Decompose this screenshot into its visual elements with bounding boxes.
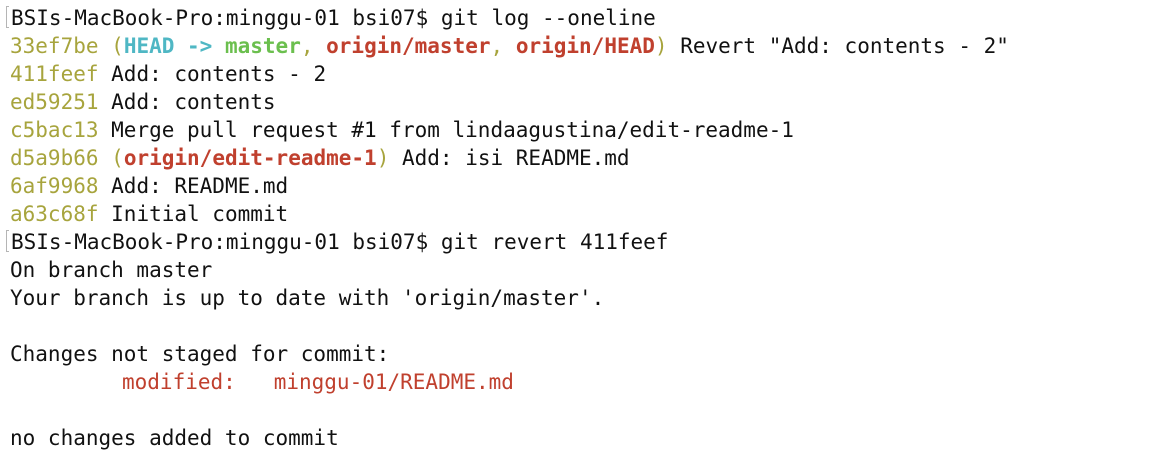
modified-label: modified: <box>122 370 274 394</box>
commit-line: 411feef Add: contents - 2 <box>10 60 1152 88</box>
decoration-separator: , <box>300 34 327 58</box>
prompt-line-1: BSIs-MacBook-Pro:minggu-01 bsi07$ git lo… <box>6 4 1152 32</box>
commit-hash: d5a9b66 <box>10 146 99 170</box>
commit-line: 6af9968 Add: README.md <box>10 172 1152 200</box>
remote-branch-ref: origin/edit-readme-1 <box>123 146 377 170</box>
decoration-close: ) <box>376 146 390 170</box>
mark-bracket <box>6 230 9 252</box>
commit-line: 33ef7be (HEAD -> master, origin/master, … <box>10 32 1152 60</box>
commit-hash: a63c68f <box>10 202 99 226</box>
commit-line: a63c68f Initial commit <box>10 200 1152 228</box>
commit-hash: 411feef <box>10 62 99 86</box>
decoration-open: ( <box>111 146 124 170</box>
commit-message: Add: contents - 2 <box>98 62 327 86</box>
commit-hash: ed59251 <box>10 90 99 114</box>
decoration-separator: , <box>490 34 516 58</box>
remote-branch-ref: origin/HEAD <box>515 34 655 58</box>
commit-line: c5bac13 Merge pull request #1 from linda… <box>10 116 1152 144</box>
output-on-branch: On branch master <box>10 258 213 282</box>
output-no-changes: no changes added to commit <box>10 426 339 450</box>
decoration-close: ) <box>654 34 668 58</box>
prompt-text: BSIs-MacBook-Pro:minggu-01 bsi07$ <box>11 6 441 30</box>
prompt-line-2: BSIs-MacBook-Pro:minggu-01 bsi07$ git re… <box>6 228 1152 256</box>
prompt-text: BSIs-MacBook-Pro:minggu-01 bsi07$ <box>11 230 441 254</box>
commit-line: ed59251 Add: contents <box>10 88 1152 116</box>
remote-branch-ref: origin/master <box>326 34 491 58</box>
commit-message: Add: isi README.md <box>389 146 630 170</box>
output-changes-header: Changes not staged for commit: <box>10 342 390 366</box>
commit-message: Add: README.md <box>98 174 289 198</box>
output-up-to-date: Your branch is up to date with 'origin/m… <box>10 286 605 310</box>
local-branch-ref: master <box>224 34 301 58</box>
output-modified-line: modified: minggu-01/README.md <box>10 368 1152 396</box>
commit-message: Initial commit <box>98 202 289 226</box>
command-text: git log --oneline <box>440 6 656 30</box>
commit-message: Revert "Add: contents - 2" <box>667 34 1009 58</box>
decoration-open: ( <box>111 34 124 58</box>
head-ref: HEAD -> <box>123 34 225 58</box>
commit-message: Merge pull request #1 from lindaagustina… <box>98 118 794 142</box>
mark-bracket <box>6 6 9 28</box>
command-text: git revert 411feef <box>440 230 669 254</box>
terminal-window[interactable]: BSIs-MacBook-Pro:minggu-01 bsi07$ git lo… <box>0 0 1152 452</box>
commit-hash: c5bac13 <box>10 118 99 142</box>
commit-line: d5a9b66 (origin/edit-readme-1) Add: isi … <box>10 144 1152 172</box>
commit-message: Add: contents <box>98 90 276 114</box>
commit-hash: 33ef7be <box>10 34 99 58</box>
modified-file: minggu-01/README.md <box>273 370 514 394</box>
commit-hash: 6af9968 <box>10 174 99 198</box>
